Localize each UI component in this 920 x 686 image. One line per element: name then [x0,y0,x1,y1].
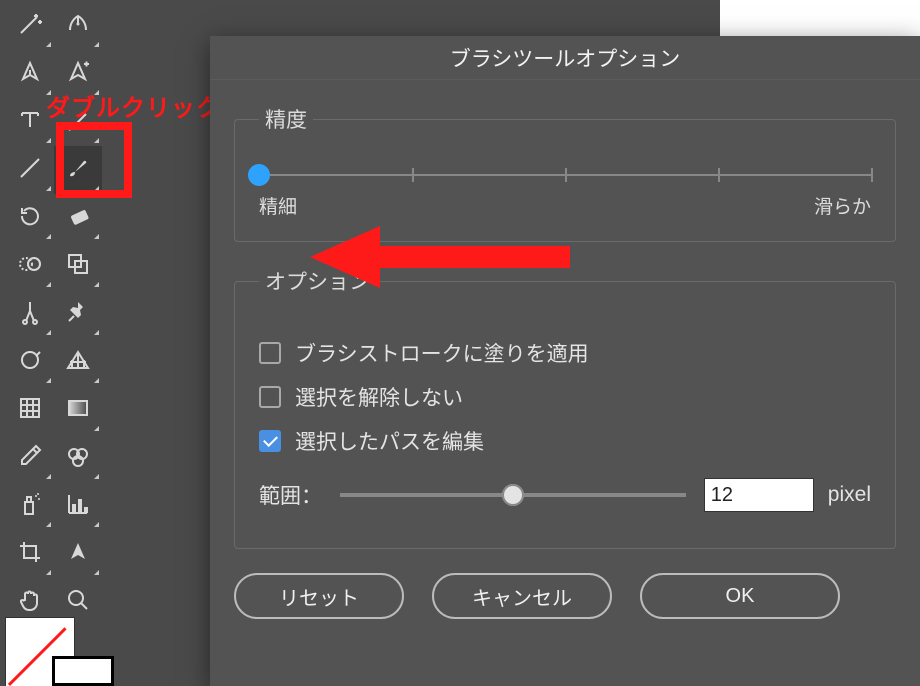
keep-selected-row[interactable]: 選択を解除しない [259,382,871,412]
hand-icon [16,586,44,619]
fill-new-strokes-row[interactable]: ブラシストロークに塗りを適用 [259,338,871,368]
line-segment-icon [16,154,44,187]
swatch-tool[interactable] [54,434,102,482]
annotation-highlight-box [56,122,132,198]
rotate-tool[interactable] [6,194,54,242]
keep-selected-checkbox[interactable] [259,386,281,408]
gradient-icon [64,394,92,427]
fill-stroke-swatch[interactable] [6,618,118,686]
fidelity-slider-knob[interactable] [248,164,270,186]
blend-tool[interactable] [6,242,54,290]
column-graph-tool[interactable] [54,482,102,530]
shape-builder-icon [64,250,92,283]
anchor-point-icon [64,58,92,91]
magic-wand-tool[interactable] [6,2,54,50]
curvature-pen-icon [64,10,92,43]
spray-icon [16,490,44,523]
fill-new-strokes-label: ブラシストロークに塗りを適用 [295,338,589,368]
gradient-tool[interactable] [54,386,102,434]
within-range-input[interactable] [704,478,814,512]
within-range-unit: pixel [828,483,871,507]
edit-selected-label: 選択したパスを編集 [295,426,484,456]
document-edge [720,0,920,40]
pin-icon [64,298,92,331]
dialog-button-row: リセット キャンセル OK [234,573,896,619]
crop-icon [16,538,44,571]
shape-builder-tool[interactable] [54,242,102,290]
knife-tool[interactable] [54,530,102,578]
edit-selected-row[interactable]: 選択したパスを編集 [259,426,871,456]
within-range-row: 範囲： pixel [259,478,871,512]
fidelity-panel: 精度 精細 滑らか [234,104,896,242]
pin-tool[interactable] [54,290,102,338]
symbol-sprayer-tool[interactable] [6,338,54,386]
column-graph-icon [64,490,92,523]
ok-button[interactable]: OK [640,573,840,619]
annotation-label: ダブルクリック [46,88,221,123]
lasso-icon [16,346,44,379]
fidelity-legend: 精度 [259,104,313,134]
mesh-tool[interactable] [6,386,54,434]
zoom-icon [64,586,92,619]
within-range-slider[interactable] [340,493,686,497]
rotate-icon [16,202,44,235]
cancel-button[interactable]: キャンセル [432,573,612,619]
eyedropper-icon [16,442,44,475]
options-panel: オプション ブラシストロークに塗りを適用 選択を解除しない 選択したパスを編集 … [234,266,896,549]
within-range-knob[interactable] [502,484,524,506]
keep-selected-label: 選択を解除しない [295,382,463,412]
magic-wand-icon [16,10,44,43]
blend-icon [16,250,44,283]
edit-selected-checkbox[interactable] [259,430,281,452]
scissors-icon [16,298,44,331]
eraser-icon [64,202,92,235]
knife-icon [64,538,92,571]
swatch-icon [64,442,92,475]
type-icon [16,106,44,139]
fill-new-strokes-checkbox[interactable] [259,342,281,364]
brush-tool-options-dialog: ブラシツールオプション 精度 精細 滑らか オプション ブラシストロークに塗りを… [210,36,920,686]
perspective-grid-icon [64,346,92,379]
symbol-tool[interactable] [6,482,54,530]
pen-icon [16,58,44,91]
perspective-grid-tool[interactable] [54,338,102,386]
reset-button[interactable]: リセット [234,573,404,619]
within-range-label: 範囲： [259,480,322,510]
fidelity-min-label: 精細 [259,192,297,219]
fidelity-slider[interactable] [259,168,871,182]
eraser-tool[interactable] [54,194,102,242]
scissors-tool[interactable] [6,290,54,338]
curvature-pen-tool[interactable] [54,2,102,50]
line-segment-tool[interactable] [6,146,54,194]
options-legend: オプション [259,266,376,296]
stroke-swatch[interactable] [52,656,114,686]
eyedropper-tool[interactable] [6,434,54,482]
dialog-title: ブラシツールオプション [210,36,920,80]
fidelity-max-label: 滑らか [814,192,871,219]
artboard-tool[interactable] [6,530,54,578]
mesh-icon [16,394,44,427]
